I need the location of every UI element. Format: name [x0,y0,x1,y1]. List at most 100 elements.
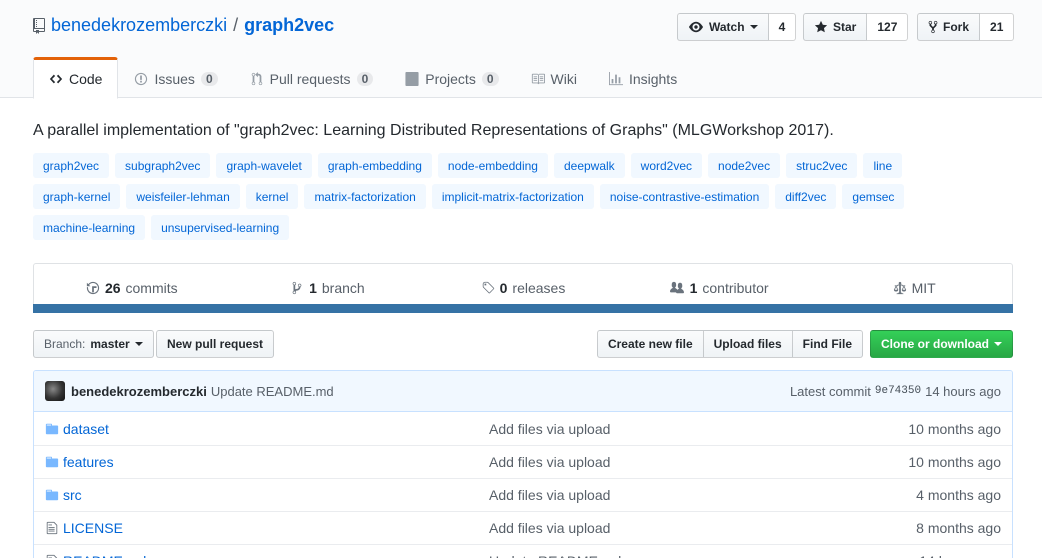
language-bar[interactable] [33,304,1013,313]
file-commit-message-link[interactable]: Add files via upload [489,487,610,503]
topic-tag[interactable]: node2vec [708,153,781,178]
new-pull-request-button[interactable]: New pull request [156,330,275,358]
tab-pull-requests-label: Pull requests [269,70,351,87]
clone-label: Clone or download [881,337,989,351]
file-name-link[interactable]: README.md [63,553,483,558]
releases-label: releases [512,280,566,296]
graph-icon [608,71,623,85]
file-row: src Add files via upload 4 months ago [34,478,1012,511]
file-navigation: Branch: master New pull request Create n… [33,330,1013,358]
star-icon [814,20,828,33]
topic-tag[interactable]: deepwalk [553,153,625,178]
star-button[interactable]: Star [803,13,868,41]
repo-name-link[interactable]: graph2vec [244,15,334,36]
topic-tag[interactable]: noise-contrastive-estimation [599,184,770,209]
repo-owner-link[interactable]: benedekrozemberczki [51,15,227,36]
book-icon [531,73,545,84]
commits-label: commits [125,280,178,296]
topic-tag[interactable]: weisfeiler-lehman [126,184,240,209]
topic-tag[interactable]: subgraph2vec [115,153,211,178]
topic-tag[interactable]: diff2vec [775,184,837,209]
tab-insights-label: Insights [628,70,678,87]
commit-sha-link[interactable]: 9e74350 [875,385,921,397]
file-name-link[interactable]: dataset [63,421,483,437]
fork-count[interactable]: 21 [980,13,1015,41]
commit-author-link[interactable]: benedekrozemberczki [71,384,207,399]
topic-tag[interactable]: graph-embedding [317,153,432,178]
tab-insights[interactable]: Insights [593,57,693,98]
tab-pull-requests[interactable]: Pull requests 0 [234,57,390,98]
folder-icon [45,489,59,501]
chevron-down-icon [749,25,758,29]
projects-counter: 0 [481,71,499,86]
fork-button[interactable]: Fork [917,13,981,41]
tab-issues[interactable]: Issues 0 [118,57,233,98]
topic-tag[interactable]: word2vec [630,153,703,178]
file-row: LICENSE Add files via upload 8 months ago [34,511,1012,544]
file-name-link[interactable]: LICENSE [63,520,483,536]
commits-count: 26 [104,280,121,296]
star-group: Star 127 [803,13,909,41]
tab-projects[interactable]: Projects 0 [389,57,514,98]
topic-tag[interactable]: kernel [245,184,299,209]
commit-message-link[interactable]: Update README.md [211,384,334,399]
tab-wiki[interactable]: Wiki [515,57,593,98]
tab-projects-label: Projects [425,70,476,87]
file-commit-message-link[interactable]: Add files via upload [489,520,610,536]
topic-tag[interactable]: matrix-factorization [304,184,426,209]
clone-or-download-button[interactable]: Clone or download [870,330,1013,358]
repo-header: benedekrozemberczki / graph2vec Watch 4 … [0,0,1042,99]
fork-label: Fork [943,20,970,34]
watch-label: Watch [709,20,745,34]
folder-icon [45,456,59,468]
branch-select-button[interactable]: Branch: master [33,330,154,358]
topic-tag[interactable]: graph2vec [33,153,110,178]
file-icon [46,521,58,535]
tab-wiki-label: Wiki [550,70,577,87]
pulls-counter: 0 [356,71,374,86]
topic-tag[interactable]: line [863,153,903,178]
file-commit-message-link[interactable]: Add files via upload [489,421,610,437]
file-commit-message-link[interactable]: Add files via upload [489,454,610,470]
tab-code-label: Code [69,71,103,87]
latest-commit-label: Latest commit [789,383,871,399]
watch-count[interactable]: 4 [768,13,797,41]
create-new-file-button[interactable]: Create new file [596,330,704,358]
repo-separator: / [233,15,239,35]
topic-tag[interactable]: graph-kernel [33,184,121,209]
commit-age: 14 hours ago [925,383,1001,399]
file-age: 4 months ago [916,487,1001,503]
tab-issues-label: Issues [154,70,195,87]
tag-icon [482,281,494,294]
history-icon [86,281,100,295]
file-age: 10 months ago [908,454,1001,470]
topic-tag[interactable]: implicit-matrix-factorization [431,184,594,209]
topics-list: graph2vec subgraph2vec graph-wavelet graph-… [33,153,993,240]
file-age: 8 months ago [916,520,1001,536]
file-name-link[interactable]: features [63,454,483,470]
topic-tag[interactable]: struc2vec [786,153,858,178]
eye-icon [689,21,703,33]
topic-tag[interactable]: gemsec [842,184,905,209]
file-name-link[interactable]: src [63,487,483,503]
contributors-label: contributor [702,280,769,296]
people-icon [669,281,684,294]
avatar[interactable] [45,381,65,401]
topic-tag[interactable]: machine-learning [33,215,146,240]
find-file-button[interactable]: Find File [791,330,863,358]
topic-tag[interactable]: node-embedding [437,153,548,178]
file-commit-message-link[interactable]: Update README.md [489,553,621,558]
topic-tag[interactable]: graph-wavelet [216,153,312,178]
tab-code[interactable]: Code [33,57,119,99]
contributors-count: 1 [689,280,698,296]
star-label: Star [833,20,857,34]
upload-files-button[interactable]: Upload files [702,330,793,358]
project-icon [405,71,419,86]
chevron-down-icon [134,342,143,346]
topic-tag[interactable]: unsupervised-learning [151,215,290,240]
file-row: README.md Update README.md 14 hours ago [34,544,1012,558]
fork-icon [928,20,938,34]
watch-button[interactable]: Watch [677,13,769,41]
star-count[interactable]: 127 [867,13,909,41]
file-age: 14 hours ago [919,553,1001,558]
